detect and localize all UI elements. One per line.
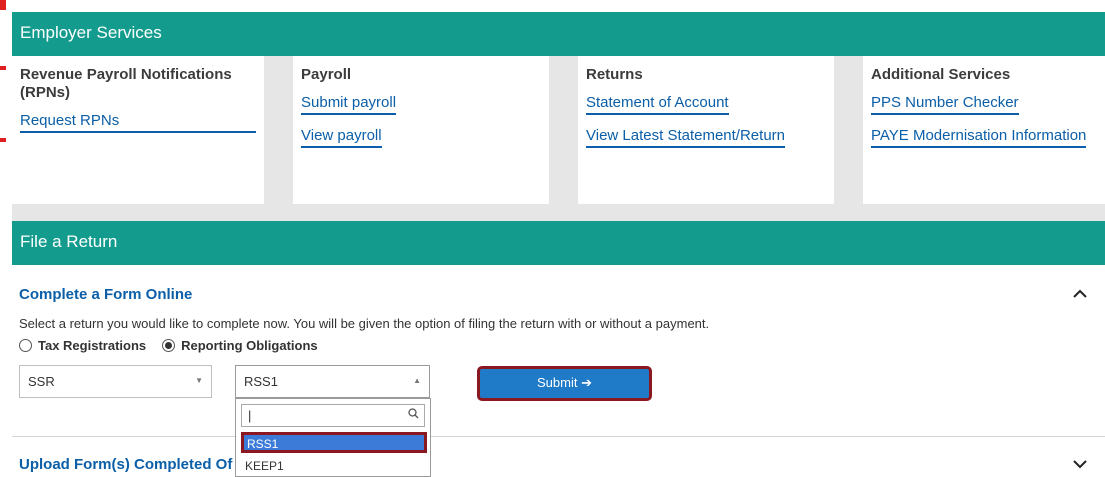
search-icon <box>408 408 419 422</box>
card-title: Additional Services <box>871 66 1011 83</box>
complete-form-online-title[interactable]: Complete a Form Online <box>19 286 192 303</box>
dropdown-option-keep1[interactable]: KEEP1 <box>241 455 427 476</box>
employer-services-header: Employer Services <box>12 12 1105 56</box>
submit-button[interactable]: Submit ➔ <box>477 366 652 401</box>
view-latest-statement-link[interactable]: View Latest Statement/Return <box>586 127 785 148</box>
form-dropdown-list: | RSS1 KEEP1 <box>235 398 431 477</box>
card-additional-services: Additional Services PPS Number Checker P… <box>863 56 1105 204</box>
upload-forms-title[interactable]: Upload Form(s) Completed Of <box>19 456 232 473</box>
chevron-up-icon[interactable] <box>1070 286 1090 306</box>
annotation-mark <box>0 66 6 70</box>
caret-down-icon: ▼ <box>195 376 203 385</box>
paye-modernisation-link[interactable]: PAYE Modernisation Information <box>871 127 1087 148</box>
search-text: | <box>248 408 252 423</box>
annotation-mark <box>0 0 6 10</box>
reporting-obligations-radio[interactable] <box>162 339 176 352</box>
pps-number-checker-link[interactable]: PPS Number Checker <box>871 94 1019 115</box>
select-value: SSR <box>28 374 55 389</box>
employer-services-title: Employer Services <box>20 23 162 42</box>
tax-registrations-radio[interactable] <box>19 339 32 352</box>
radio-label: Tax Registrations <box>38 338 147 353</box>
view-payroll-link[interactable]: View payroll <box>301 127 382 148</box>
card-payroll: Payroll Submit payroll View payroll <box>293 56 549 204</box>
chevron-down-icon[interactable] <box>1070 456 1090 476</box>
select-value: RSS1 <box>244 374 278 389</box>
dropdown-search-input[interactable]: | <box>241 404 425 427</box>
form-select[interactable]: RSS1 ▲ <box>235 365 430 398</box>
request-rpns-link[interactable]: Request RPNs <box>20 112 256 133</box>
caret-up-icon: ▲ <box>413 376 421 385</box>
instruction-text: Select a return you would like to comple… <box>19 316 710 331</box>
dropdown-option-rss1[interactable]: RSS1 <box>241 432 427 453</box>
card-title: Returns <box>586 66 643 83</box>
left-margin-decoration <box>0 0 12 477</box>
statement-of-account-link[interactable]: Statement of Account <box>586 94 729 115</box>
file-a-return-header: File a Return <box>12 221 1105 265</box>
section-divider <box>12 436 1105 437</box>
return-type-select[interactable]: SSR ▼ <box>19 365 212 398</box>
submit-payroll-link[interactable]: Submit payroll <box>301 94 397 115</box>
radio-label: Reporting Obligations <box>181 338 318 353</box>
card-returns: Returns Statement of Account View Latest… <box>578 56 834 204</box>
card-title: Revenue Payroll Notifications (RPNs) <box>20 66 232 101</box>
annotation-mark <box>0 138 6 142</box>
card-title: Payroll <box>301 66 352 83</box>
card-rpns: Revenue Payroll Notifications (RPNs) Req… <box>12 56 264 204</box>
file-a-return-title: File a Return <box>20 232 118 251</box>
return-category-radio-group: Tax Registrations Reporting Obligations <box>19 338 334 353</box>
